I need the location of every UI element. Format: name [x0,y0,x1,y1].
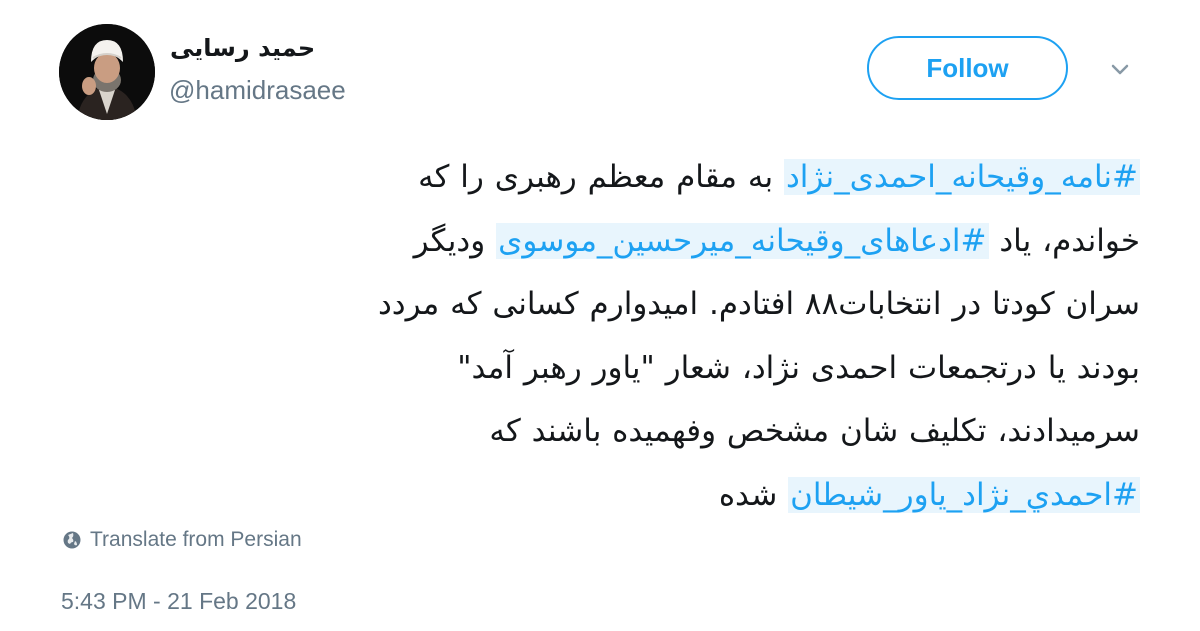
tweet-line: سرمیدادند، تکلیف شان مشخص وفهمیده باشند … [140,400,1140,464]
tweet-text-segment: شده [718,476,789,513]
tweet-line: خواندم، یاد #ادعاهای_وقیحانه_میرحسین_موس… [140,210,1140,274]
tweet-text-segment: بودند یا درتجمعات احمدی نژاد، شعار "یاور… [457,349,1140,386]
follow-button[interactable]: Follow [867,36,1068,100]
translate-label: Translate from Persian [90,528,302,551]
tweet-text-segment: سرمیدادند، تکلیف شان مشخص وفهمیده باشند … [489,413,1140,449]
hashtag-link[interactable]: #ادعاهای_وقیحانه_میرحسین_موسوی [496,222,989,259]
tweet-line: #احمدي_نژاد_یاور_شیطان شده [140,464,1140,528]
tweet-timestamp[interactable]: 5:43 PM - 21 Feb 2018 [61,588,296,615]
hashtag-link[interactable]: #نامه_وقیحانه_احمدی_نژاد [783,159,1140,195]
tweet-line: بودند یا درتجمعات احمدی نژاد، شعار "یاور… [140,337,1140,401]
user-display-name[interactable]: حمید رسایی [170,34,315,62]
tweet-line: #نامه_وقیحانه_احمدی_نژاد به مقام معظم ره… [140,146,1140,210]
avatar[interactable] [59,24,155,120]
tweet-text: #نامه_وقیحانه_احمدی_نژاد به مقام معظم ره… [140,146,1140,527]
avatar-image [59,24,155,120]
tweet-text-segment: به مقام معظم رهبری را که [418,159,784,195]
tweet-text-segment: خواندم، یاد [988,222,1140,259]
globe-icon [62,530,82,550]
tweet-text-segment: ودیگر [413,222,497,259]
user-handle[interactable]: @hamidrasaee [169,75,346,106]
chevron-down-icon[interactable] [1108,60,1132,80]
translate-link[interactable]: Translate from Persian [62,528,302,552]
tweet-text-segment: سران کودتا در انتخابات۸۸ افتادم. امیدوار… [377,286,1140,322]
hashtag-link[interactable]: #احمدي_نژاد_یاور_شیطان [788,476,1140,513]
tweet-line: سران کودتا در انتخابات۸۸ افتادم. امیدوار… [140,273,1140,337]
